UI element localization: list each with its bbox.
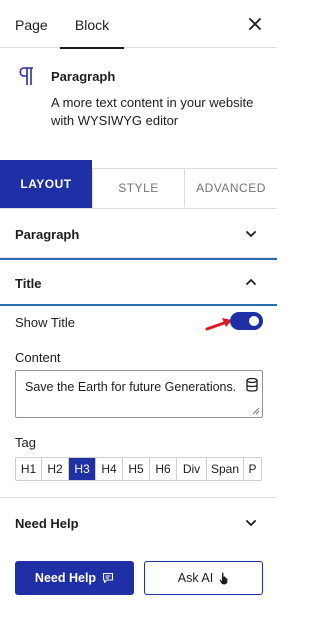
database-icon[interactable] (245, 377, 259, 393)
tab-style[interactable]: STYLE (92, 168, 185, 207)
block-card: Paragraph A more text content in your we… (0, 49, 277, 159)
panel-title-label: Title (15, 276, 42, 291)
chevron-down-icon (246, 231, 256, 237)
tab-page[interactable]: Page (15, 0, 48, 48)
tag-button-group: H1 H2 H3 H4 H5 H6 Div Span P (15, 457, 262, 481)
tag-h1[interactable]: H1 (16, 458, 42, 480)
tag-h6[interactable]: H6 (150, 458, 177, 480)
tab-layout[interactable]: LAYOUT (0, 160, 92, 208)
tag-span[interactable]: Span (207, 458, 244, 480)
tag-div[interactable]: Div (177, 458, 207, 480)
panel-paragraph-label: Paragraph (15, 227, 80, 242)
need-help-button-label: Need Help (34, 571, 97, 585)
show-title-label: Show Title (15, 315, 75, 330)
resize-handle-icon[interactable] (252, 407, 260, 415)
tab-block[interactable]: Block (60, 0, 124, 49)
chevron-up-icon (246, 279, 256, 285)
tag-p[interactable]: P (244, 458, 261, 480)
tag-label: Tag (15, 435, 36, 450)
paragraph-icon (19, 67, 33, 85)
close-icon[interactable] (246, 15, 264, 33)
block-title: Paragraph (51, 69, 116, 84)
tab-advanced[interactable]: ADVANCED (185, 168, 277, 207)
ask-ai-button-label: Ask AI (177, 571, 214, 585)
content-textarea[interactable]: Save the Earth for future Generations. (15, 370, 263, 418)
chevron-down-icon (246, 520, 256, 526)
ask-ai-button[interactable]: Ask AI (144, 561, 263, 595)
section-tabs: LAYOUT STYLE ADVANCED (0, 160, 277, 209)
toggle-knob (249, 316, 259, 326)
tag-h3[interactable]: H3 (69, 458, 96, 480)
panel-paragraph[interactable]: Paragraph (0, 210, 277, 258)
content-value: Save the Earth for future Generations. (25, 380, 237, 394)
tag-h5[interactable]: H5 (123, 458, 150, 480)
panel-need-help-label: Need Help (15, 516, 79, 531)
need-help-button[interactable]: Need Help (15, 561, 134, 595)
pointer-hand-icon (219, 572, 228, 584)
panel-title[interactable]: Title (0, 258, 277, 306)
panel-need-help[interactable]: Need Help (0, 497, 277, 547)
show-title-toggle[interactable] (230, 312, 263, 330)
chat-icon (103, 572, 114, 584)
sidebar-tabs: Page Block (0, 0, 277, 49)
content-label: Content (15, 350, 61, 365)
tag-h2[interactable]: H2 (42, 458, 69, 480)
tag-h4[interactable]: H4 (96, 458, 123, 480)
block-description: A more text content in your website with… (51, 95, 254, 128)
